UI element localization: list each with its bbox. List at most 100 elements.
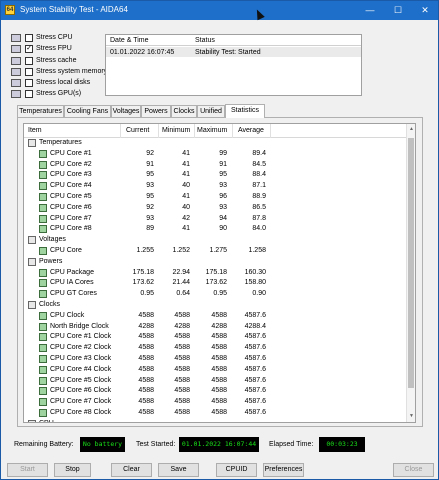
stress-option[interactable]: Stress local disks <box>11 78 105 89</box>
table-row[interactable]: CPU Core #4 Clock 4588 4588 4588 4587.6 <box>24 365 407 376</box>
average-value: 4587.6 <box>244 354 266 362</box>
table-row[interactable]: CPU Core #3 Clock 4588 4588 4588 4587.6 <box>24 354 407 365</box>
sensor-icon <box>39 182 47 191</box>
table-row[interactable]: CPU Core #5 Clock 4588 4588 4588 4587.6 <box>24 376 407 387</box>
table-row[interactable]: CPU Core #2 Clock 4588 4588 4588 4587.6 <box>24 343 407 354</box>
table-row[interactable]: CPU Core #6 Clock 4588 4588 4588 4587.6 <box>24 386 407 397</box>
title-bar[interactable]: 64 System Stability Test - AIDA64 — ☐ ✕ <box>1 1 438 20</box>
maximum-value: 93 <box>219 203 227 211</box>
average-value: 87.1 <box>252 182 266 190</box>
table-row[interactable]: CPU Core #8 Clock 4588 4588 4588 4587.6 <box>24 408 407 419</box>
maximum-value: 94 <box>219 214 227 222</box>
current-value: 1.255 <box>136 246 154 254</box>
close-button[interactable]: Close <box>393 463 434 477</box>
item-name: CPU Core #6 <box>50 203 92 211</box>
current-value: 93 <box>146 214 154 222</box>
stop-button[interactable]: Stop <box>54 463 91 477</box>
log-row[interactable]: 01.01.2022 16:07:45 Stability Test: Star… <box>106 47 361 57</box>
scroll-thumb[interactable] <box>408 138 414 388</box>
sensor-icon <box>39 322 47 331</box>
memory-icon <box>11 67 21 76</box>
scroll-down-arrow-icon[interactable]: ▼ <box>407 412 415 421</box>
test-started-label: Test Started: <box>136 441 176 448</box>
checkbox[interactable] <box>25 34 33 42</box>
checkbox[interactable] <box>25 90 33 99</box>
item-name: CPU Core #8 Clock <box>50 408 112 416</box>
group-row[interactable]: CPU <box>24 419 407 422</box>
table-row[interactable]: CPU Core #4 93 40 93 87.1 <box>24 181 407 192</box>
stress-option[interactable]: ✓ Stress FPU <box>11 44 105 55</box>
group-row[interactable]: Voltages <box>24 235 407 246</box>
table-row[interactable]: North Bridge Clock 4288 4288 4288 4288.4 <box>24 322 407 333</box>
fpu-icon <box>11 45 21 54</box>
sensor-icon <box>39 214 47 223</box>
table-row[interactable]: CPU Core #5 95 41 96 88.9 <box>24 192 407 203</box>
checkbox[interactable]: ✓ <box>25 45 33 54</box>
scroll-up-arrow-icon[interactable]: ▲ <box>407 125 415 134</box>
average-value: 89.4 <box>252 149 266 157</box>
table-row[interactable]: CPU IA Cores 173.62 21.44 173.62 158.80 <box>24 278 407 289</box>
table-row[interactable]: CPU Core #1 Clock 4588 4588 4588 4587.6 <box>24 332 407 343</box>
average-value: 84.5 <box>252 160 266 168</box>
elapsed-time-display: 00:03:23 <box>319 437 365 452</box>
table-row[interactable]: CPU Core #7 Clock 4588 4588 4588 4587.6 <box>24 397 407 408</box>
stress-option[interactable]: Stress system memory <box>11 67 108 78</box>
maximum-value: 0.95 <box>213 290 227 298</box>
average-value: 4587.6 <box>244 376 266 384</box>
table-row[interactable]: CPU Clock 4588 4588 4588 4587.6 <box>24 311 407 322</box>
checkbox[interactable] <box>25 56 33 65</box>
group-label: CPU <box>39 420 54 422</box>
tab-statistics[interactable]: Statistics <box>225 104 265 118</box>
stress-option[interactable]: Stress CPU <box>11 33 105 44</box>
item-name: CPU Core #1 <box>50 149 92 157</box>
temperature-icon <box>28 139 36 147</box>
table-row[interactable]: CPU Core #6 92 40 93 86.5 <box>24 203 407 214</box>
stress-option-label: Stress system memory <box>36 67 108 75</box>
maximum-value: 4288 <box>211 322 227 330</box>
test-log-list[interactable]: Date & Time Status 01.01.2022 16:07:45 S… <box>105 34 362 96</box>
stress-option-label: Stress FPU <box>36 45 72 53</box>
table-row[interactable]: CPU Core #2 91 41 91 84.5 <box>24 160 407 171</box>
maximum-value: 95 <box>219 171 227 179</box>
window-close-button[interactable]: ✕ <box>411 1 439 20</box>
minimum-value: 4588 <box>174 311 190 319</box>
table-row[interactable]: CPU Core #3 95 41 95 88.4 <box>24 170 407 181</box>
preferences-button[interactable]: Preferences <box>263 463 304 477</box>
clock-icon <box>28 300 36 309</box>
table-row[interactable]: CPU Core #7 93 42 94 87.8 <box>24 214 407 225</box>
item-name: CPU IA Cores <box>50 279 94 287</box>
statistics-table[interactable]: Item Current Minimum Maximum Average Tem… <box>23 123 416 423</box>
cpu-icon <box>28 419 36 422</box>
table-scrollbar[interactable]: ▲ ▼ <box>406 124 415 422</box>
minimum-value: 41 <box>182 192 190 200</box>
minimum-value: 22.94 <box>172 268 190 276</box>
minimum-value: 40 <box>182 182 190 190</box>
checkbox[interactable] <box>25 67 33 76</box>
average-value: 4587.6 <box>244 311 266 319</box>
stress-option-label: Stress local disks <box>36 79 91 87</box>
maximize-button[interactable]: ☐ <box>384 1 412 20</box>
cpuid-button[interactable]: CPUID <box>216 463 257 477</box>
sensor-icon <box>39 408 47 417</box>
log-row-datetime: 01.01.2022 16:07:45 <box>110 49 175 56</box>
table-row[interactable]: CPU Core #8 89 41 90 84.0 <box>24 224 407 235</box>
table-row[interactable]: CPU Core 1.255 1.252 1.275 1.258 <box>24 246 407 257</box>
start-button[interactable]: Start <box>7 463 48 477</box>
table-row[interactable]: CPU Core #1 92 41 99 89.4 <box>24 149 407 160</box>
save-button[interactable]: Save <box>158 463 199 477</box>
minimize-button[interactable]: — <box>356 1 384 20</box>
table-row[interactable]: CPU Package 175.18 22.94 175.18 160.30 <box>24 268 407 279</box>
minimum-value: 41 <box>182 160 190 168</box>
average-value: 4587.6 <box>244 398 266 406</box>
group-row[interactable]: Temperatures <box>24 138 407 149</box>
checkbox[interactable] <box>25 79 33 88</box>
table-row[interactable]: CPU GT Cores 0.95 0.64 0.95 0.90 <box>24 289 407 300</box>
current-value: 4588 <box>138 408 154 416</box>
group-label: Clocks <box>39 300 61 308</box>
stress-option[interactable]: Stress cache <box>11 56 105 67</box>
group-row[interactable]: Clocks <box>24 300 407 311</box>
group-row[interactable]: Powers <box>24 257 407 268</box>
item-name: CPU Core #5 <box>50 192 92 200</box>
clear-button[interactable]: Clear <box>111 463 152 477</box>
stress-option[interactable]: Stress GPU(s) <box>11 89 105 100</box>
